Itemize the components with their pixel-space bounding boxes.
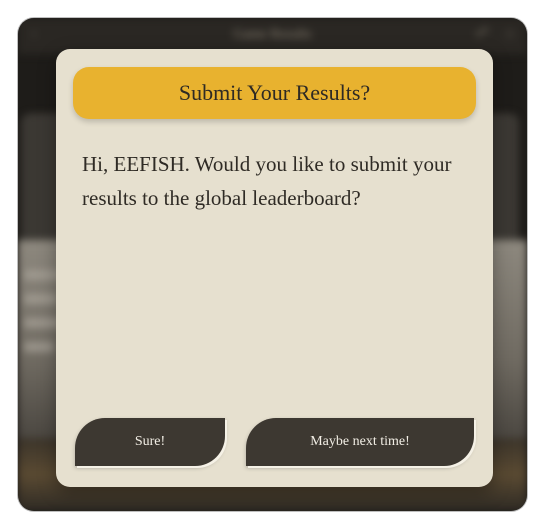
submit-results-dialog: Submit Your Results? Hi, EEFISH. Would y… (56, 49, 493, 487)
dialog-header: Submit Your Results? (73, 67, 476, 119)
dialog-message: Hi, EEFISH. Would you like to submit you… (82, 152, 452, 210)
dialog-title: Submit Your Results? (178, 80, 371, 105)
decline-button[interactable]: Maybe next time! (246, 418, 474, 466)
background-text-line (24, 294, 58, 304)
background-text-line (24, 342, 54, 352)
share-icon[interactable]: ☍ (474, 26, 490, 42)
home-icon[interactable]: ⌂ (502, 26, 518, 42)
window-title: Game Results (233, 27, 312, 42)
confirm-button[interactable]: Sure! (75, 418, 225, 466)
